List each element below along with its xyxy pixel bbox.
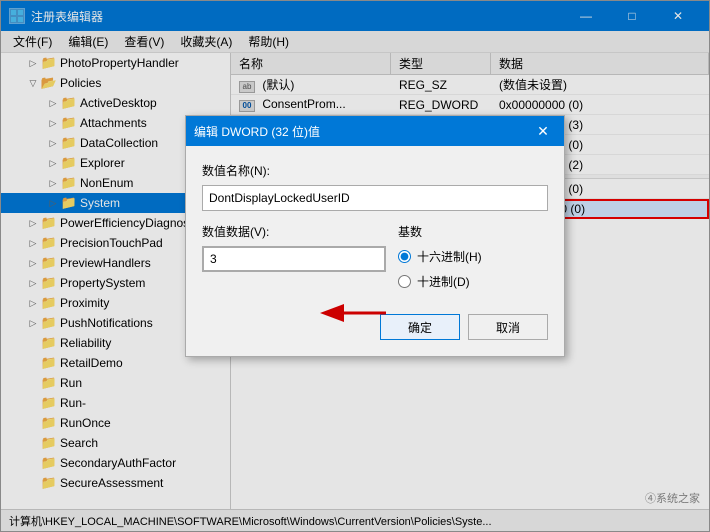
- value-section: 数值数据(V):: [202, 223, 386, 272]
- dialog-close-button[interactable]: ✕: [530, 118, 556, 144]
- name-label: 数值名称(N):: [202, 162, 548, 179]
- edit-dword-dialog: 编辑 DWORD (32 位)值 ✕ 数值名称(N): 数值数据(V): 基数: [185, 115, 565, 357]
- radio-hex-input[interactable]: [398, 250, 411, 263]
- radio-group: 十六进制(H) 十进制(D): [398, 248, 548, 290]
- ok-button[interactable]: 确定: [380, 314, 460, 340]
- value-base-row: 数值数据(V): 基数 十六进制(H) 十进制(D): [202, 223, 548, 298]
- radio-dec-input[interactable]: [398, 275, 411, 288]
- radio-dec[interactable]: 十进制(D): [398, 273, 548, 290]
- modal-overlay: 编辑 DWORD (32 位)值 ✕ 数值名称(N): 数值数据(V): 基数: [0, 0, 710, 532]
- cancel-button[interactable]: 取消: [468, 314, 548, 340]
- dialog-title-bar: 编辑 DWORD (32 位)值 ✕: [186, 116, 564, 146]
- dialog-body: 数值名称(N): 数值数据(V): 基数 十六进制(H): [186, 146, 564, 356]
- base-section: 基数 十六进制(H) 十进制(D): [398, 223, 548, 298]
- base-label: 基数: [398, 223, 548, 240]
- value-input[interactable]: [202, 246, 386, 272]
- dialog-title: 编辑 DWORD (32 位)值: [194, 123, 530, 140]
- dialog-buttons: 确定 取消: [202, 314, 548, 340]
- name-input[interactable]: [202, 185, 548, 211]
- value-label: 数值数据(V):: [202, 223, 386, 240]
- radio-hex[interactable]: 十六进制(H): [398, 248, 548, 265]
